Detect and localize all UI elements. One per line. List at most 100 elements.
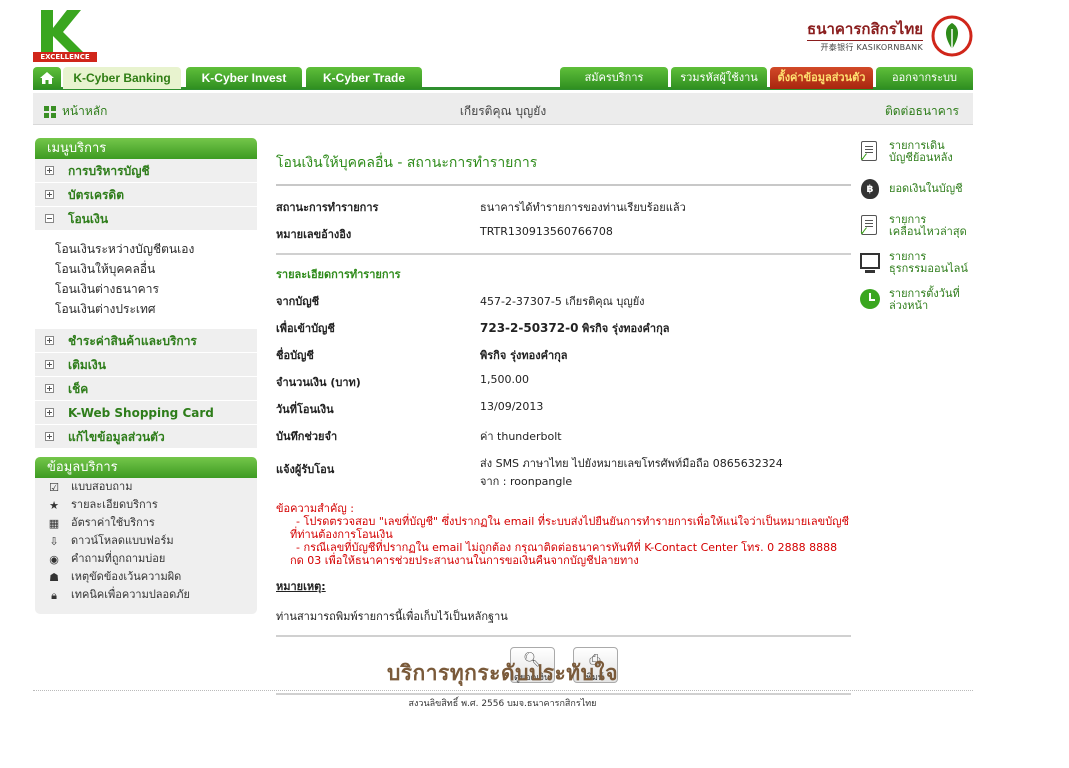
sub-bar: หน้าหลัก เกียรติคุณ บุญยัง ติดต่อธนาคาร — [33, 93, 973, 125]
tab-combine-user-id[interactable]: รวมรหัสผู้ใช้งาน — [671, 67, 767, 89]
quick-link-label: ล่วงหน้า — [889, 299, 929, 312]
quick-link-scheduled-transactions[interactable]: รายการตั้งวันที่ ล่วงหน้า — [859, 288, 974, 312]
tab-logout[interactable]: ออกจากระบบ — [876, 67, 973, 89]
collapse-icon — [45, 214, 54, 223]
submenu-interbank-transfer[interactable]: โอนเงินต่างธนาคาร — [55, 279, 257, 299]
notice-line-1: - โปรดตรวจสอบ "เลขที่บัญชี" ซึ่งปรากฏใน … — [290, 515, 850, 541]
date-label: วันที่โอนเงิน — [276, 403, 334, 416]
status-label: สถานะการทำรายการ — [276, 201, 379, 214]
k-excellence-logo[interactable]: EXCELLENCE — [33, 8, 97, 62]
tab-k-cyber-invest[interactable]: K-Cyber Invest — [186, 67, 302, 89]
to-account-name: พิรกิจ รุ่งทองคำกุล — [581, 322, 670, 335]
notice-title: ข้อความสำคัญ : — [276, 502, 354, 515]
menu-bill-payment[interactable]: ชำระค่าสินค้าและบริการ — [35, 329, 257, 353]
tab-k-cyber-banking[interactable]: K-Cyber Banking — [63, 67, 181, 89]
menu-account-management[interactable]: การบริหารบัญชี — [35, 159, 257, 183]
monitor-icon — [859, 251, 881, 275]
question-icon: ◉ — [49, 552, 59, 566]
logo-excellence-text: EXCELLENCE — [33, 52, 97, 62]
memo-value: ค่า thunderbolt — [480, 430, 562, 443]
home-tab[interactable] — [33, 67, 61, 89]
bank-emblem-icon — [931, 15, 973, 57]
from-account-row: จากบัญชี 457-2-37307-5 เกียรติคุณ บุญยัง — [276, 292, 851, 310]
to-account-value: 723-2-50372-0 พิรกิจ รุ่งทองคำกุล — [480, 319, 851, 337]
info-label: เหตุขัดข้องเว้นความผิด — [71, 570, 182, 583]
info-disclaimer[interactable]: ☗ เหตุขัดข้องเว้นความผิด — [35, 568, 257, 586]
tab-personal-settings[interactable]: ตั้งค่าข้อมูลส่วนตัว — [770, 67, 873, 89]
divider — [276, 253, 851, 255]
contact-bank-link[interactable]: ติดต่อธนาคาร — [885, 102, 959, 121]
expand-icon — [45, 432, 54, 441]
submenu-own-account-transfer[interactable]: โอนเงินระหว่างบัญชีตนเอง — [55, 239, 257, 259]
date-value: 13/09/2013 — [480, 400, 544, 413]
quick-link-label: บัญชีย้อนหลัง — [889, 151, 953, 164]
menu-top-up[interactable]: เติมเงิน — [35, 353, 257, 377]
info-label: เทคนิคเพื่อความปลอดภัย — [71, 588, 190, 601]
info-service-fees[interactable]: ▦ อัตราค่าใช้บริการ — [35, 514, 257, 532]
important-notice: ข้อความสำคัญ : - โปรดตรวจสอบ "เลขที่บัญช… — [276, 502, 851, 567]
quick-link-statement-history[interactable]: ✓ รายการเดิน บัญชีย้อนหลัง — [859, 140, 974, 165]
info-panel-bottom — [35, 604, 257, 614]
home-icon — [40, 72, 54, 84]
tab-k-cyber-trade[interactable]: K-Cyber Trade — [306, 67, 422, 89]
quick-link-label: ยอดเงินในบัญชี — [889, 182, 963, 195]
info-label: แบบสอบถาม — [71, 480, 133, 493]
reference-label: หมายเลขอ้างอิง — [276, 228, 352, 241]
quick-link-account-balance[interactable]: ฿ ยอดเงินในบัญชี — [859, 177, 974, 201]
menu-transfer[interactable]: โอนเงิน — [35, 207, 257, 231]
quick-link-online-transactions[interactable]: รายการ ธุรกรรมออนไลน์ — [859, 251, 974, 275]
footer-divider — [33, 690, 973, 691]
from-account-value: 457-2-37307-5 เกียรติคุณ บุญยัง — [480, 295, 645, 308]
footer-slogan: บริการทุกระดับประทับใจ — [386, 661, 619, 685]
info-label: คำถามที่ถูกถามบ่อย — [71, 552, 166, 565]
menu-label: บัตรเครดิต — [68, 187, 125, 202]
expand-icon — [45, 384, 54, 393]
info-label: อัตราค่าใช้บริการ — [71, 516, 155, 529]
bank-name-en: 开泰银行 KASIKORNBANK — [807, 39, 923, 53]
amount-row: จำนวนเงิน (บาท) 1,500.00 — [276, 373, 851, 391]
submenu-third-party-transfer[interactable]: โอนเงินให้บุคคลอื่น — [55, 259, 257, 279]
reference-value: TRTR130913560766708 — [480, 225, 613, 238]
menu-cheque[interactable]: เช็ค — [35, 377, 257, 401]
menu-label: แก้ไขข้อมูลส่วนตัว — [68, 429, 165, 444]
account-name-value: พิรกิจ รุ่งทองคำกุล — [480, 349, 568, 362]
info-faq[interactable]: ◉ คำถามที่ถูกถามบ่อย — [35, 550, 257, 568]
transfer-submenu: โอนเงินระหว่างบัญชีตนเอง โอนเงินให้บุคคล… — [35, 231, 257, 329]
amount-label: จำนวนเงิน (บาท) — [276, 376, 361, 389]
expand-icon — [45, 190, 54, 199]
header: EXCELLENCE ธนาคารกสิกรไทย 开泰银行 KASIKORNB… — [33, 8, 973, 66]
info-security-tips[interactable]: 🔒︎ เทคนิคเพื่อความปลอดภัย — [35, 586, 257, 604]
notify-from: จาก : roonpangle — [480, 475, 573, 488]
menu-label: เช็ค — [68, 381, 89, 396]
money-bag-icon: ฿ — [859, 177, 881, 201]
notice-line-2: - กรณีเลขที่บัญชีที่ปรากฏใน email ไม่ถูก… — [290, 541, 838, 567]
notify-sms: ส่ง SMS ภาษาไทย ไปยังหมายเลขโทรศัพท์มือถ… — [480, 457, 783, 470]
statement-doc-icon: ✓ — [859, 140, 881, 164]
menu-label: K-Web Shopping Card — [68, 405, 214, 420]
to-account-number: 723-2-50372-0 — [480, 321, 579, 335]
menu-label: ชำระค่าสินค้าและบริการ — [68, 333, 197, 348]
from-account-label: จากบัญชี — [276, 295, 320, 308]
quick-link-label: เคลื่อนไหวล่าสุด — [889, 225, 967, 238]
menu-k-web-shopping-card[interactable]: K-Web Shopping Card — [35, 401, 257, 425]
menu-credit-card[interactable]: บัตรเครดิต — [35, 183, 257, 207]
expand-icon — [45, 336, 54, 345]
clock-icon — [859, 288, 881, 312]
main-content: โอนเงินให้บุคคลอื่น - สถานะการทำรายการ ส… — [276, 138, 851, 695]
main-nav: K-Cyber Banking K-Cyber Invest K-Cyber T… — [33, 67, 973, 90]
tab-register[interactable]: สมัครบริการ — [560, 67, 668, 89]
info-service-details[interactable]: ★ รายละเอียดบริการ — [35, 496, 257, 514]
info-survey[interactable]: ☑ แบบสอบถาม — [35, 478, 257, 496]
download-icon: ⇩ — [49, 534, 59, 548]
menu-edit-personal-info[interactable]: แก้ไขข้อมูลส่วนตัว — [35, 425, 257, 449]
expand-icon — [45, 360, 54, 369]
submenu-international-transfer[interactable]: โอนเงินต่างประเทศ — [55, 299, 257, 319]
note-title: หมายเหตุ: — [276, 580, 326, 593]
service-info-panel: ข้อมูลบริการ ☑ แบบสอบถาม ★ รายละเอียดบริกา… — [35, 457, 257, 614]
quick-link-recent-movements[interactable]: ✓ รายการ เคลื่อนไหวล่าสุด — [859, 214, 974, 239]
menu-label: เติมเงิน — [68, 357, 106, 372]
memo-row: บันทึกช่วยจำ ค่า thunderbolt — [276, 427, 851, 445]
to-account-label: เพื่อเข้าบัญชี — [276, 322, 335, 335]
star-icon: ★ — [49, 498, 59, 512]
info-download-forms[interactable]: ⇩ ดาวน์โหลดแบบฟอร์ม — [35, 532, 257, 550]
